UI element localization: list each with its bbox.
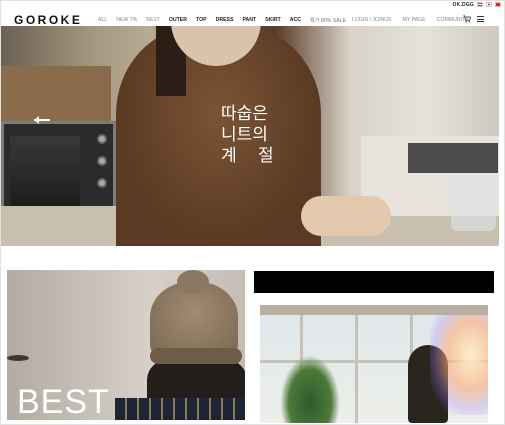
hero-title: 따숩은 니트의 계 절 (221, 104, 291, 167)
hero-knit-fabric (408, 143, 498, 173)
my-page-link[interactable]: MY PAGE (403, 17, 426, 23)
nav-item-outer[interactable]: OUTER (169, 17, 187, 24)
black-banner-bar (254, 271, 494, 293)
model-sweater (115, 398, 245, 420)
plant-image (280, 355, 340, 423)
cart-icon[interactable] (463, 15, 471, 23)
hero-title-line-3: 계 절 (221, 146, 282, 166)
hero-banner[interactable]: 따숩은 니트의 계 절 (1, 26, 499, 246)
arrow-left-icon[interactable] (34, 116, 52, 124)
main-nav: ALL NEW 7% BEST OUTER TOP DRESS PANT SKI… (98, 17, 346, 24)
nav-item-skirt[interactable]: SKIRT (265, 17, 281, 24)
nav-item-acc[interactable]: ACC (290, 17, 301, 24)
login-join-link[interactable]: LOGIN / JOINUS (352, 17, 392, 23)
us-flag-icon[interactable] (477, 2, 483, 7)
nav-item-top[interactable]: TOP (196, 17, 207, 24)
utility-strip: OK.DGG (453, 0, 501, 9)
nav-item-sale[interactable]: 특가 80% SALE (310, 17, 346, 24)
hero-hand (301, 196, 391, 236)
nav-item-best[interactable]: BEST (146, 17, 160, 24)
nav-item-pant[interactable]: PANT (242, 17, 256, 24)
nav-item-dress[interactable]: DRESS (216, 17, 234, 24)
hero-title-line-1: 따숩은 (221, 104, 268, 124)
nav-item-new[interactable]: NEW 7% (116, 17, 137, 24)
best-label[interactable]: BEST (17, 383, 110, 422)
window-photo-card[interactable] (260, 305, 488, 423)
brand-badge[interactable]: OK.DGG (453, 2, 474, 8)
hero-title-line-2: 니트의 (221, 125, 268, 145)
nav-item-all[interactable]: ALL (98, 17, 107, 24)
jp-flag-icon[interactable] (486, 2, 492, 7)
site-logo[interactable]: GOROKE (14, 13, 82, 27)
account-links: LOGIN / JOINUS MY PAGE COMMUNITY (352, 17, 469, 23)
light-flare (430, 315, 488, 415)
hamburger-menu-icon[interactable] (477, 16, 484, 22)
cn-flag-icon[interactable] (495, 2, 501, 7)
